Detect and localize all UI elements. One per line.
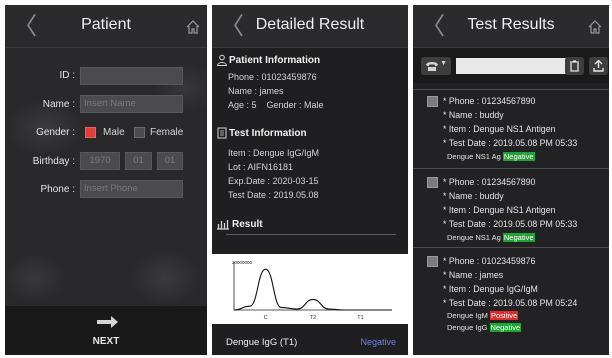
patient-name: Name : james xyxy=(228,86,284,96)
birthday-label: Birthday : xyxy=(32,156,75,167)
chevron-down-icon: ▼ xyxy=(440,60,447,67)
record-name: * Name : buddy xyxy=(443,110,504,120)
phone-field[interactable]: Insert Phone xyxy=(80,180,183,198)
patient-screen: 〈 Patient ID : Name : Insert Name Gender… xyxy=(5,5,207,355)
patient-age-gender: Age : 5 Gender : Male xyxy=(228,100,324,110)
test-lot: Lot : AIFN16181 xyxy=(228,162,294,172)
series-line xyxy=(233,268,392,311)
trash-icon xyxy=(570,60,579,72)
test-exp-date: Exp.Date : 2020-03-15 xyxy=(228,176,319,186)
x-tick-label: C xyxy=(264,315,268,321)
record-result: Dengue IgG Negative xyxy=(447,323,522,332)
gender-label: Gender : xyxy=(36,127,75,138)
x-tick-label: T1 xyxy=(357,315,363,321)
detailed-titlebar: 〈 Detailed Result xyxy=(212,5,408,48)
y-tick-label: 20000000 xyxy=(232,260,253,265)
results-titlebar: 〈 Test Results xyxy=(413,5,609,48)
record-item: * Item : Dengue NS1 Antigen xyxy=(443,124,556,134)
record-result: Dengue NS1 Ag Negative xyxy=(447,233,535,242)
test-results-screen: 〈 Test Results ▼ * Phone : 01234567890 *… xyxy=(413,5,609,355)
patient-phone: Phone : 01023459876 xyxy=(228,72,317,82)
upload-icon xyxy=(593,60,604,72)
status-badge: Negative xyxy=(502,152,535,161)
arrow-right-icon[interactable] xyxy=(97,315,119,329)
patient-footer xyxy=(5,306,207,355)
female-label: Female xyxy=(150,127,184,138)
page-title: Detailed Result xyxy=(255,16,365,33)
male-label: Male xyxy=(103,127,125,138)
export-button[interactable] xyxy=(589,57,608,75)
record-checkbox[interactable] xyxy=(427,177,438,188)
delete-button[interactable] xyxy=(565,57,584,75)
female-checkbox[interactable] xyxy=(134,127,145,138)
test-item: Item : Dengue IgG/IgM xyxy=(228,148,320,158)
result-chart: 20000000 C T2 T1 xyxy=(212,254,408,324)
status-badge: Negative xyxy=(489,323,522,332)
phone-label: Phone : xyxy=(40,184,75,195)
search-input[interactable] xyxy=(456,58,567,74)
record-checkbox[interactable] xyxy=(427,256,438,267)
record-result: Dengue IgM Positive xyxy=(447,311,519,320)
birth-month-field[interactable]: 01 xyxy=(125,152,152,170)
home-icon[interactable] xyxy=(185,19,201,35)
name-field[interactable]: Insert Name xyxy=(80,95,183,113)
record-date: * Test Date : 2019.05.08 PM 05:33 xyxy=(443,138,578,148)
result-heading: Result xyxy=(232,219,263,230)
result-label: Dengue IgM xyxy=(447,311,488,320)
record-checkbox[interactable] xyxy=(427,96,438,107)
test-info-heading: Test Information xyxy=(229,128,307,139)
result-value: Negative xyxy=(360,337,396,347)
result-label: Dengue NS1 Ag xyxy=(447,152,501,161)
x-tick-label: T2 xyxy=(310,315,316,321)
result-test-name: Dengue IgG (T1) xyxy=(226,337,298,348)
status-badge: Positive xyxy=(489,311,519,320)
next-button[interactable]: NEXT xyxy=(5,336,207,347)
name-label: Name : xyxy=(42,99,75,110)
result-label: Dengue IgG xyxy=(447,323,488,332)
patient-info-heading: Patient Information xyxy=(229,55,321,66)
person-icon xyxy=(216,54,228,66)
status-badge: Negative xyxy=(502,233,535,242)
list-item[interactable]: * Phone : 01234567890 * Name : buddy * I… xyxy=(413,168,609,247)
document-icon xyxy=(217,127,227,139)
home-icon[interactable] xyxy=(587,19,603,35)
bar-chart-icon xyxy=(217,220,229,230)
page-title: Patient xyxy=(81,16,131,33)
result-divider xyxy=(226,234,396,235)
record-result: Dengue NS1 Ag Negative xyxy=(447,152,535,161)
patient-titlebar: 〈 Patient xyxy=(5,5,207,48)
id-field[interactable] xyxy=(80,67,183,85)
record-name: * Name : james xyxy=(443,270,504,280)
detailed-result-screen: 〈 Detailed Result Patient Information Ph… xyxy=(212,5,408,355)
record-phone: * Phone : 01234567890 xyxy=(443,177,536,187)
record-name: * Name : buddy xyxy=(443,191,504,201)
phone-icon xyxy=(426,62,438,71)
birth-year-field[interactable]: 1970 xyxy=(80,152,120,170)
page-title: Test Results xyxy=(467,16,555,33)
birth-day-field[interactable]: 01 xyxy=(157,152,183,170)
record-phone: * Phone : 01234567890 xyxy=(443,96,536,106)
list-item[interactable]: * Phone : 01234567890 * Name : buddy * I… xyxy=(413,89,609,168)
record-item: * Item : Dengue NS1 Antigen xyxy=(443,205,556,215)
test-date: Test Date : 2019.05.08 xyxy=(228,190,319,200)
male-checkbox[interactable] xyxy=(85,127,96,138)
record-item: * Item : Dengue IgG/IgM xyxy=(443,284,538,294)
list-item[interactable]: * Phone : 01023459876 * Name : james * I… xyxy=(413,247,609,347)
record-phone: * Phone : 01023459876 xyxy=(443,256,536,266)
result-label: Dengue NS1 Ag xyxy=(447,233,501,242)
patient-form xyxy=(5,48,207,306)
filter-dropdown[interactable]: ▼ xyxy=(421,57,451,75)
record-date: * Test Date : 2019.05.08 PM 05:24 xyxy=(443,298,578,308)
id-label: ID : xyxy=(59,70,75,81)
record-date: * Test Date : 2019.05.08 PM 05:33 xyxy=(443,219,578,229)
